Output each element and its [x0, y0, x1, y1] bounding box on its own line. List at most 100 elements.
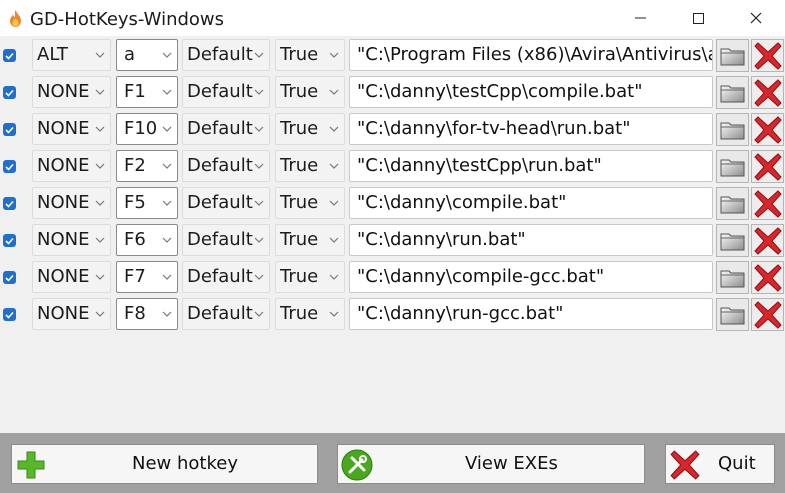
- chevron-down-icon: [254, 89, 264, 95]
- hotkey-row: NONE F10 Default True "C:\danny\for-tv-h…: [0, 111, 785, 148]
- mode-value: Default: [187, 118, 253, 139]
- enabled-checkbox[interactable]: [3, 160, 16, 173]
- command-path-field[interactable]: "C:\danny\compile-gcc.bat": [349, 261, 713, 293]
- command-path-field[interactable]: "C:\danny\testCpp\compile.bat": [349, 76, 713, 108]
- modifier-dropdown[interactable]: NONE: [32, 113, 111, 145]
- command-path-field[interactable]: "C:\danny\compile.bat": [349, 187, 713, 219]
- enabled-dropdown[interactable]: True: [275, 113, 345, 145]
- enabled-value: True: [280, 44, 319, 65]
- mode-dropdown[interactable]: Default: [182, 76, 270, 108]
- title-bar[interactable]: GD-HotKeys-Windows: [0, 0, 785, 36]
- enabled-checkbox[interactable]: [3, 49, 16, 62]
- browse-button[interactable]: [716, 224, 749, 257]
- chevron-down-icon: [254, 52, 264, 58]
- command-path-field[interactable]: "C:\danny\for-tv-head\run.bat": [349, 113, 713, 145]
- command-path-field[interactable]: "C:\danny\run-gcc.bat": [349, 298, 713, 330]
- maximize-button[interactable]: [669, 0, 727, 36]
- modifier-dropdown[interactable]: NONE: [32, 150, 111, 182]
- browse-button[interactable]: [716, 150, 749, 183]
- red-x-icon: [670, 450, 700, 480]
- folder-icon: [720, 307, 745, 324]
- enabled-dropdown[interactable]: True: [275, 39, 345, 71]
- key-dropdown[interactable]: F10: [116, 113, 178, 145]
- chevron-down-icon: [95, 311, 105, 317]
- enabled-dropdown[interactable]: True: [275, 224, 345, 256]
- enabled-dropdown[interactable]: True: [275, 261, 345, 293]
- key-dropdown[interactable]: F1: [116, 76, 178, 108]
- delete-hotkey-button[interactable]: [751, 113, 784, 146]
- mode-value: Default: [187, 81, 253, 102]
- delete-hotkey-button[interactable]: [751, 39, 784, 72]
- mode-dropdown[interactable]: Default: [182, 224, 270, 256]
- check-icon: [5, 89, 14, 97]
- key-dropdown[interactable]: F2: [116, 150, 178, 182]
- mode-dropdown[interactable]: Default: [182, 261, 270, 293]
- browse-button[interactable]: [716, 113, 749, 146]
- new-hotkey-label: New hotkey: [132, 453, 238, 474]
- minimize-button[interactable]: [611, 0, 669, 36]
- quit-button[interactable]: Quit: [665, 444, 775, 484]
- mode-dropdown[interactable]: Default: [182, 187, 270, 219]
- delete-hotkey-button[interactable]: [751, 261, 784, 294]
- mode-value: Default: [187, 266, 253, 287]
- red-x-delete-icon: [753, 115, 782, 144]
- key-dropdown[interactable]: F7: [116, 261, 178, 293]
- modifier-dropdown[interactable]: NONE: [32, 224, 111, 256]
- delete-hotkey-button[interactable]: [751, 298, 784, 331]
- enabled-checkbox[interactable]: [3, 271, 16, 284]
- delete-hotkey-button[interactable]: [751, 76, 784, 109]
- browse-button[interactable]: [716, 261, 749, 294]
- key-dropdown[interactable]: F6: [116, 224, 178, 256]
- close-button[interactable]: [727, 0, 785, 36]
- command-path-field[interactable]: "C:\danny\run.bat": [349, 224, 713, 256]
- enabled-dropdown[interactable]: True: [275, 150, 345, 182]
- key-value: F7: [124, 266, 146, 287]
- check-icon: [5, 311, 14, 319]
- key-value: F2: [124, 155, 146, 176]
- mode-dropdown[interactable]: Default: [182, 39, 270, 71]
- enabled-checkbox[interactable]: [3, 234, 16, 247]
- chevron-down-icon: [329, 89, 339, 95]
- mode-dropdown[interactable]: Default: [182, 150, 270, 182]
- command-path-field[interactable]: "C:\danny\testCpp\run.bat": [349, 150, 713, 182]
- key-dropdown[interactable]: F5: [116, 187, 178, 219]
- enabled-dropdown[interactable]: True: [275, 76, 345, 108]
- browse-button[interactable]: [716, 298, 749, 331]
- view-exes-button[interactable]: View EXEs: [337, 444, 645, 484]
- key-dropdown[interactable]: a: [116, 39, 178, 71]
- browse-button[interactable]: [716, 39, 749, 72]
- red-x-delete-icon: [753, 41, 782, 70]
- delete-hotkey-button[interactable]: [751, 150, 784, 183]
- enabled-checkbox[interactable]: [3, 197, 16, 210]
- new-hotkey-button[interactable]: New hotkey: [11, 444, 318, 484]
- quit-label: Quit: [718, 453, 756, 474]
- enabled-checkbox[interactable]: [3, 308, 16, 321]
- enabled-checkbox[interactable]: [3, 123, 16, 136]
- folder-icon: [720, 196, 745, 213]
- modifier-dropdown[interactable]: NONE: [32, 76, 111, 108]
- chevron-down-icon: [95, 200, 105, 206]
- enabled-dropdown[interactable]: True: [275, 298, 345, 330]
- delete-hotkey-button[interactable]: [751, 187, 784, 220]
- minimize-icon: [634, 17, 646, 19]
- mode-dropdown[interactable]: Default: [182, 113, 270, 145]
- command-path-field[interactable]: "C:\Program Files (x86)\Avira\Antivirus\…: [349, 39, 713, 71]
- key-dropdown[interactable]: F8: [116, 298, 178, 330]
- flame-icon: [10, 10, 21, 27]
- browse-button[interactable]: [716, 187, 749, 220]
- modifier-dropdown[interactable]: ALT: [32, 39, 111, 71]
- browse-button[interactable]: [716, 76, 749, 109]
- mode-value: Default: [187, 155, 253, 176]
- delete-hotkey-button[interactable]: [751, 224, 784, 257]
- chevron-down-icon: [329, 126, 339, 132]
- modifier-dropdown[interactable]: NONE: [32, 187, 111, 219]
- modifier-dropdown[interactable]: NONE: [32, 261, 111, 293]
- chevron-down-icon: [162, 200, 172, 206]
- modifier-dropdown[interactable]: NONE: [32, 298, 111, 330]
- modifier-value: NONE: [37, 192, 90, 213]
- chevron-down-icon: [329, 311, 339, 317]
- enabled-dropdown[interactable]: True: [275, 187, 345, 219]
- enabled-checkbox[interactable]: [3, 86, 16, 99]
- mode-dropdown[interactable]: Default: [182, 298, 270, 330]
- red-x-delete-icon: [753, 263, 782, 292]
